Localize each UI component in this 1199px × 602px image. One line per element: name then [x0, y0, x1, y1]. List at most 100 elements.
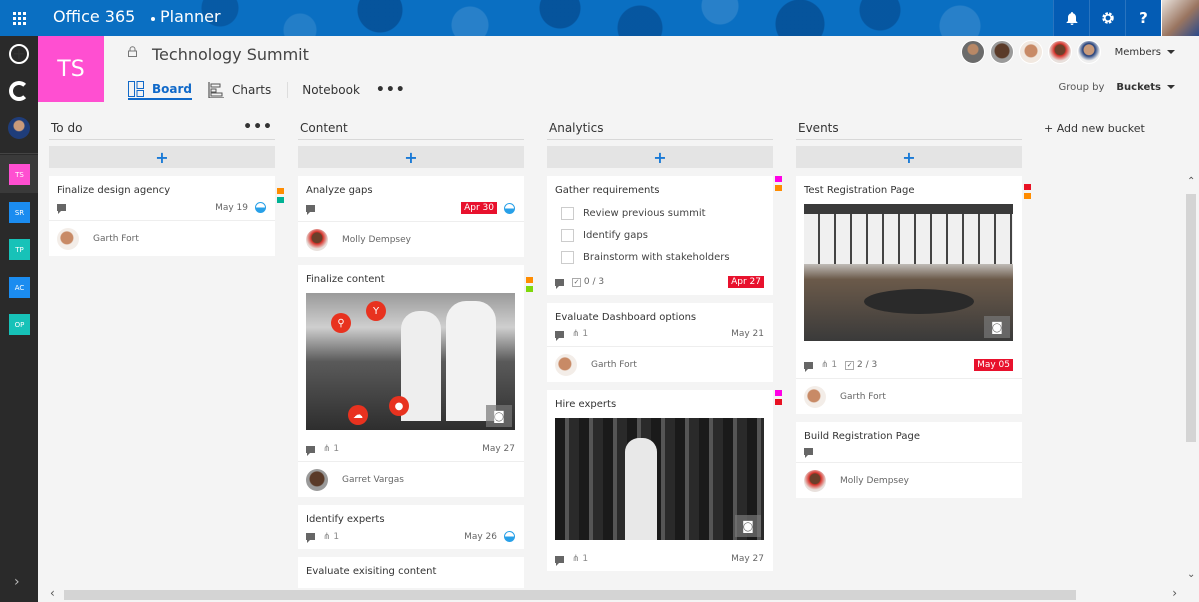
bucket-title[interactable]: Analytics [549, 121, 604, 135]
member-avatar[interactable] [1076, 40, 1101, 64]
add-new-bucket-button[interactable]: + Add new bucket [1044, 122, 1145, 135]
charts-icon [208, 82, 224, 98]
scroll-up-icon[interactable]: ⌃ [1187, 176, 1195, 187]
vertical-scroll-thumb[interactable] [1186, 194, 1196, 442]
bucket-title[interactable]: Content [300, 121, 348, 135]
comment-icon [306, 445, 315, 456]
task-card[interactable]: Finalize content ⚲ Y ☁ ● ◙ ⋔ 1 May 27 Gar… [298, 265, 533, 497]
task-card[interactable]: Finalize design agency May 19 Garth Fort [49, 176, 284, 256]
bucket-title[interactable]: To do [51, 121, 82, 135]
task-card[interactable]: Gather requirements Review previous summ… [547, 176, 782, 295]
help-icon: ? [1139, 9, 1148, 27]
task-title: Build Registration Page [804, 431, 920, 442]
new-plan-icon[interactable]: + [9, 44, 29, 64]
assignee-name: Garret Vargas [342, 474, 404, 485]
task-card[interactable]: Identify experts ⋔ 1 May 26 [298, 505, 524, 549]
help-button[interactable]: ? [1125, 0, 1161, 36]
add-task-button[interactable]: + [49, 146, 275, 168]
gear-icon [1101, 12, 1114, 24]
comment-icon [306, 533, 315, 543]
group-by-control[interactable]: Group by Buckets [1059, 82, 1175, 93]
assignee-avatar [306, 228, 328, 251]
expand-rail-icon[interactable]: › [14, 574, 20, 590]
planner-hub-icon[interactable] [9, 81, 29, 101]
comment-icon [555, 555, 564, 566]
office-365-brand[interactable]: Office 365 [53, 7, 135, 26]
due-date-late: May 05 [974, 359, 1013, 371]
add-task-button[interactable]: + [796, 146, 1022, 168]
tab-charts[interactable]: Charts [208, 80, 271, 100]
add-task-button[interactable]: + [547, 146, 773, 168]
horizontal-scroll-thumb[interactable] [64, 590, 1076, 600]
rail-plan-ts[interactable]: TS [9, 164, 30, 185]
checklist-item[interactable]: Review previous summit [561, 202, 765, 224]
camera-icon[interactable]: ◙ [984, 316, 1010, 338]
rail-plan-tp[interactable]: TP [9, 239, 30, 260]
task-card[interactable]: Build Registration Page Molly Dempsey [796, 422, 1022, 498]
progress-icon[interactable] [255, 202, 266, 213]
attachment-count: ⋔ 1 [323, 531, 340, 542]
scroll-left-icon[interactable]: ‹ [50, 586, 55, 600]
comment-icon [555, 278, 564, 289]
tool-pin-icon: Y [366, 301, 386, 321]
checklist-item[interactable]: Identify gaps [561, 224, 765, 246]
rail-plan-sr[interactable]: SR [9, 202, 30, 223]
tab-notebook[interactable]: Notebook [302, 80, 360, 100]
notifications-button[interactable] [1053, 0, 1089, 36]
my-tasks-avatar[interactable] [8, 117, 30, 139]
add-task-button[interactable]: + [298, 146, 524, 168]
app-separator-dot [151, 17, 155, 21]
app-name[interactable]: Planner [160, 7, 221, 26]
checklist-item[interactable]: Brainstorm with stakeholders [561, 246, 765, 268]
task-card[interactable]: Evaluate exisiting content [298, 557, 524, 589]
progress-icon[interactable] [504, 531, 515, 542]
scroll-down-icon[interactable]: ⌄ [1187, 569, 1195, 580]
checklist-item-label: Review previous summit [583, 207, 706, 219]
user-avatar[interactable] [1161, 0, 1199, 36]
member-avatar[interactable] [989, 40, 1014, 64]
camera-icon[interactable]: ◙ [486, 405, 512, 427]
more-options-button[interactable]: ••• [376, 82, 406, 98]
assignee-name: Garth Fort [93, 233, 139, 244]
assignee-name: Garth Fort [840, 391, 886, 402]
bucket-more-button[interactable]: ••• [243, 119, 273, 135]
rail-plan-op[interactable]: OP [9, 314, 30, 335]
bucket-title[interactable]: Events [798, 121, 839, 135]
task-title: Hire experts [555, 399, 617, 410]
settings-button[interactable] [1089, 0, 1125, 36]
camera-icon[interactable]: ◙ [735, 515, 761, 537]
task-card[interactable]: Evaluate Dashboard options ⋔ 1 May 21 Gar… [547, 303, 773, 382]
task-title: Analyze gaps [306, 185, 373, 196]
checkbox[interactable] [561, 206, 574, 220]
member-avatar[interactable] [1047, 40, 1072, 64]
vertical-scrollbar[interactable]: ⌃ ⌄ [1183, 176, 1199, 586]
checkbox[interactable] [561, 228, 574, 242]
waffle-icon[interactable] [0, 0, 38, 36]
left-rail: + TS SR TP AC OP › [0, 36, 38, 602]
task-preview-image: ⚲ Y ☁ ● ◙ [306, 293, 515, 430]
rail-plan-ac[interactable]: AC [9, 277, 30, 298]
member-avatar[interactable] [1018, 40, 1043, 64]
comment-icon [804, 448, 813, 458]
horizontal-scrollbar[interactable]: ‹ › [38, 586, 1199, 602]
due-date: May 27 [731, 554, 764, 564]
label-markers [526, 277, 533, 292]
task-title: Finalize design agency [57, 185, 171, 196]
task-card[interactable]: Hire experts ◙ ⋔ 1 May 27 [547, 390, 782, 571]
member-avatar[interactable] [960, 40, 985, 64]
checkbox[interactable] [561, 250, 574, 264]
tab-board[interactable]: Board [128, 80, 192, 100]
members-dropdown[interactable]: Members [1115, 47, 1175, 58]
bucket-analytics: Analytics + Gather requirements Review p… [547, 108, 782, 571]
due-date: May 19 [215, 202, 248, 213]
scroll-right-icon[interactable]: › [1172, 586, 1177, 600]
members-area: Members [956, 40, 1175, 64]
plan-title: Technology Summit [152, 45, 309, 64]
tab-charts-label: Charts [232, 83, 272, 97]
assignee-avatar [555, 353, 577, 376]
task-card[interactable]: Test Registration Page ◙ ⋔ 1 ✓ 2 / 3 May 0… [796, 176, 1031, 414]
checklist-icon: ✓ [845, 361, 855, 370]
task-card[interactable]: Analyze gaps Apr 30 Molly Dempsey [298, 176, 524, 257]
tab-notebook-label: Notebook [302, 83, 360, 97]
progress-icon[interactable] [504, 202, 515, 214]
